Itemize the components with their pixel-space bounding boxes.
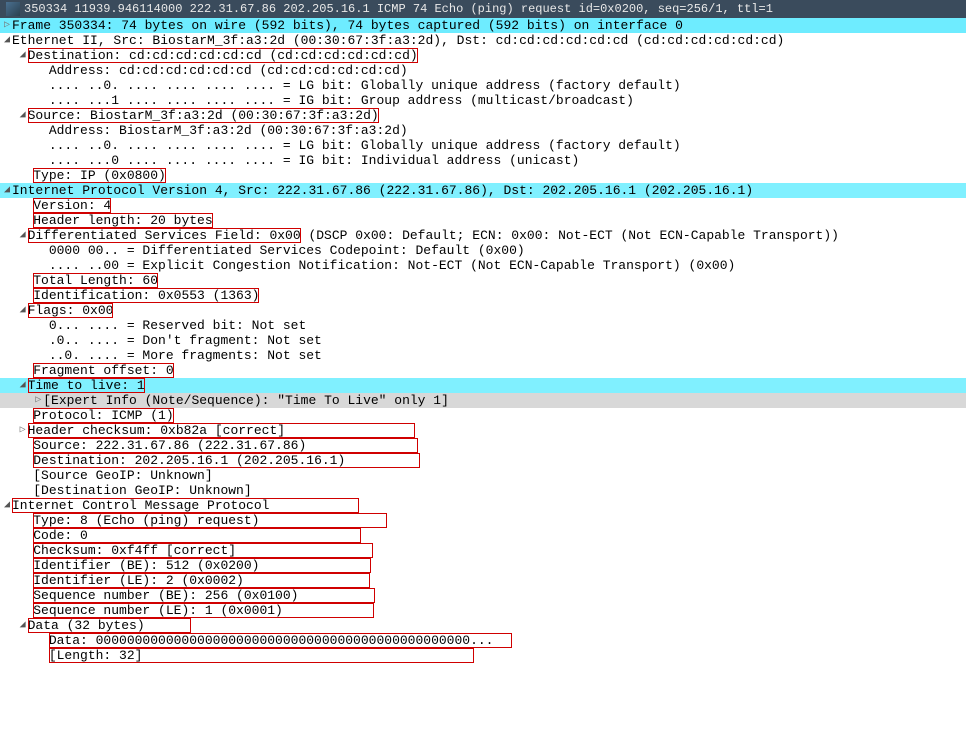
app-icon (6, 2, 20, 16)
icmp-seq-le[interactable]: Sequence number (LE): 1 (0x0001) (0, 603, 966, 618)
eth-dst-text: Destination: cd:cd:cd:cd:cd:cd (cd:cd:cd… (28, 48, 418, 63)
collapse-icon[interactable] (18, 228, 28, 243)
data-length[interactable]: [Length: 32] (0, 648, 966, 663)
packet-details-tree[interactable]: Frame 350334: 74 bytes on wire (592 bits… (0, 18, 966, 663)
icmp-id-be[interactable]: Identifier (BE): 512 (0x0200) (0, 558, 966, 573)
data-header[interactable]: Data (32 bytes) (0, 618, 966, 633)
ip-protocol[interactable]: Protocol: ICMP (1) (0, 408, 966, 423)
frame-text: Frame 350334: 74 bytes on wire (592 bits… (12, 18, 683, 33)
icmp-code[interactable]: Code: 0 (0, 528, 966, 543)
data-bytes[interactable]: Data: 0000000000000000000000000000000000… (0, 633, 966, 648)
eth-src-address[interactable]: Address: BiostarM_3f:a3:2d (00:30:67:3f:… (0, 123, 966, 138)
eth-dst-address[interactable]: Address: cd:cd:cd:cd:cd:cd (cd:cd:cd:cd:… (0, 63, 966, 78)
ip-flags[interactable]: Flags: 0x00 (0, 303, 966, 318)
collapse-icon[interactable] (2, 498, 12, 513)
eth-destination[interactable]: Destination: cd:cd:cd:cd:cd:cd (cd:cd:cd… (0, 48, 966, 63)
window-title: 350334 11939.946114000 222.31.67.86 202.… (24, 2, 773, 16)
expand-icon[interactable] (2, 18, 12, 33)
ip-frag-offset[interactable]: Fragment offset: 0 (0, 363, 966, 378)
eth-src-lg[interactable]: .... ..0. .... .... .... .... = LG bit: … (0, 138, 966, 153)
icmp-header[interactable]: Internet Control Message Protocol (0, 498, 966, 513)
ethernet-text: Ethernet II, Src: BiostarM_3f:a3:2d (00:… (12, 33, 784, 48)
icmp-id-le[interactable]: Identifier (LE): 2 (0x0002) (0, 573, 966, 588)
ip-dsf[interactable]: Differentiated Services Field: 0x00 (DSC… (0, 228, 966, 243)
expand-icon[interactable] (18, 423, 28, 438)
ip-version[interactable]: Version: 4 (0, 198, 966, 213)
ip-flag-mf[interactable]: ..0. .... = More fragments: Not set (0, 348, 966, 363)
icmp-checksum[interactable]: Checksum: 0xf4ff [correct] (0, 543, 966, 558)
expand-icon[interactable] (33, 393, 43, 408)
eth-dst-lg[interactable]: .... ..0. .... .... .... .... = LG bit: … (0, 78, 966, 93)
collapse-icon[interactable] (2, 33, 12, 48)
eth-dst-ig[interactable]: .... ...1 .... .... .... .... = IG bit: … (0, 93, 966, 108)
ip-header[interactable]: Internet Protocol Version 4, Src: 222.31… (0, 183, 966, 198)
eth-type[interactable]: Type: IP (0x0800) (0, 168, 966, 183)
ip-src-geoip[interactable]: [Source GeoIP: Unknown] (0, 468, 966, 483)
collapse-icon[interactable] (18, 378, 28, 393)
ip-text: Internet Protocol Version 4, Src: 222.31… (12, 183, 753, 198)
ip-flag-df[interactable]: .0.. .... = Don't fragment: Not set (0, 333, 966, 348)
eth-source[interactable]: Source: BiostarM_3f:a3:2d (00:30:67:3f:a… (0, 108, 966, 123)
ip-dsf-ecn[interactable]: .... ..00 = Explicit Congestion Notifica… (0, 258, 966, 273)
ip-dst-geoip[interactable]: [Destination GeoIP: Unknown] (0, 483, 966, 498)
ethernet-header[interactable]: Ethernet II, Src: BiostarM_3f:a3:2d (00:… (0, 33, 966, 48)
ip-identification[interactable]: Identification: 0x0553 (1363) (0, 288, 966, 303)
ip-dsf-codepoint[interactable]: 0000 00.. = Differentiated Services Code… (0, 243, 966, 258)
collapse-icon[interactable] (18, 48, 28, 63)
collapse-icon[interactable] (18, 108, 28, 123)
ip-total-length[interactable]: Total Length: 60 (0, 273, 966, 288)
window-titlebar: 350334 11939.946114000 222.31.67.86 202.… (0, 0, 966, 18)
eth-src-ig[interactable]: .... ...0 .... .... .... .... = IG bit: … (0, 153, 966, 168)
collapse-icon[interactable] (18, 303, 28, 318)
collapse-icon[interactable] (2, 183, 12, 198)
frame-summary[interactable]: Frame 350334: 74 bytes on wire (592 bits… (0, 18, 966, 33)
ip-destination[interactable]: Destination: 202.205.16.1 (202.205.16.1) (0, 453, 966, 468)
icmp-seq-be[interactable]: Sequence number (BE): 256 (0x0100) (0, 588, 966, 603)
ip-flag-reserved[interactable]: 0... .... = Reserved bit: Not set (0, 318, 966, 333)
ip-hdr-checksum[interactable]: Header checksum: 0xb82a [correct] (0, 423, 966, 438)
eth-src-text: Source: BiostarM_3f:a3:2d (00:30:67:3f:a… (28, 108, 379, 123)
collapse-icon[interactable] (18, 618, 28, 633)
icmp-type[interactable]: Type: 8 (Echo (ping) request) (0, 513, 966, 528)
ip-source[interactable]: Source: 222.31.67.86 (222.31.67.86) (0, 438, 966, 453)
ip-ttl-expert[interactable]: [Expert Info (Note/Sequence): "Time To L… (0, 393, 966, 408)
ip-ttl[interactable]: Time to live: 1 (0, 378, 966, 393)
ip-header-length[interactable]: Header length: 20 bytes (0, 213, 966, 228)
